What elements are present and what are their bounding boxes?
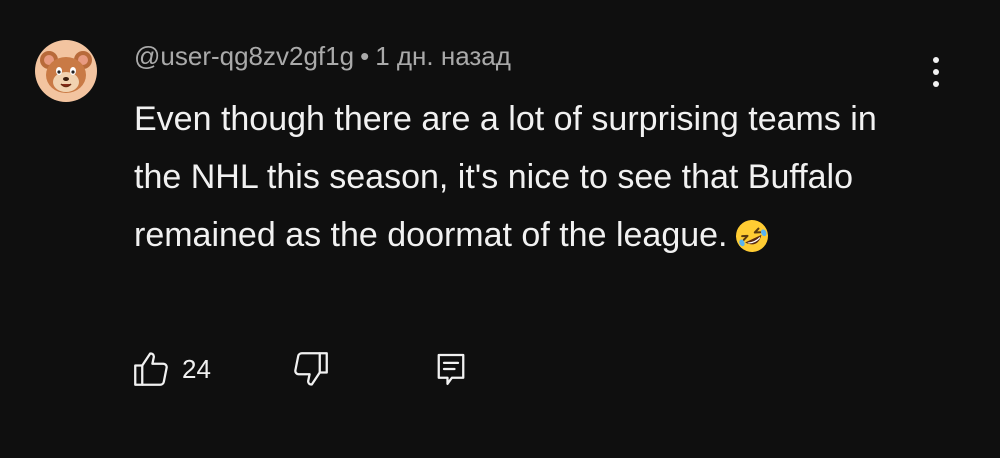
- comment-header: @user-qg8zv2gf1g • 1 дн. назад: [134, 38, 511, 74]
- avatar-image: [35, 40, 97, 102]
- thumb-up-icon: [134, 352, 168, 386]
- menu-dot: [933, 81, 939, 87]
- like-count: 24: [182, 353, 211, 384]
- comment-time: 1 дн. назад: [375, 41, 511, 71]
- reply-button[interactable]: [430, 345, 472, 393]
- reply-comment-icon: [437, 353, 465, 386]
- menu-dot: [933, 69, 939, 75]
- more-vert-icon[interactable]: [916, 52, 956, 92]
- rolling-on-floor-laughing-emoji: [734, 214, 770, 272]
- avatar[interactable]: [35, 40, 97, 102]
- separator-dot: •: [360, 41, 370, 71]
- comment-card: @user-qg8zv2gf1g • 1 дн. назад Even though…: [0, 0, 1000, 458]
- dislike-button[interactable]: [290, 345, 332, 393]
- thumb-down-icon: [294, 352, 328, 386]
- menu-dot: [933, 57, 939, 63]
- author-name[interactable]: @user-qg8zv2gf1g: [134, 41, 354, 71]
- like-button[interactable]: 24: [130, 345, 211, 393]
- comment-text: Even though there are a lot of surprisin…: [134, 90, 924, 272]
